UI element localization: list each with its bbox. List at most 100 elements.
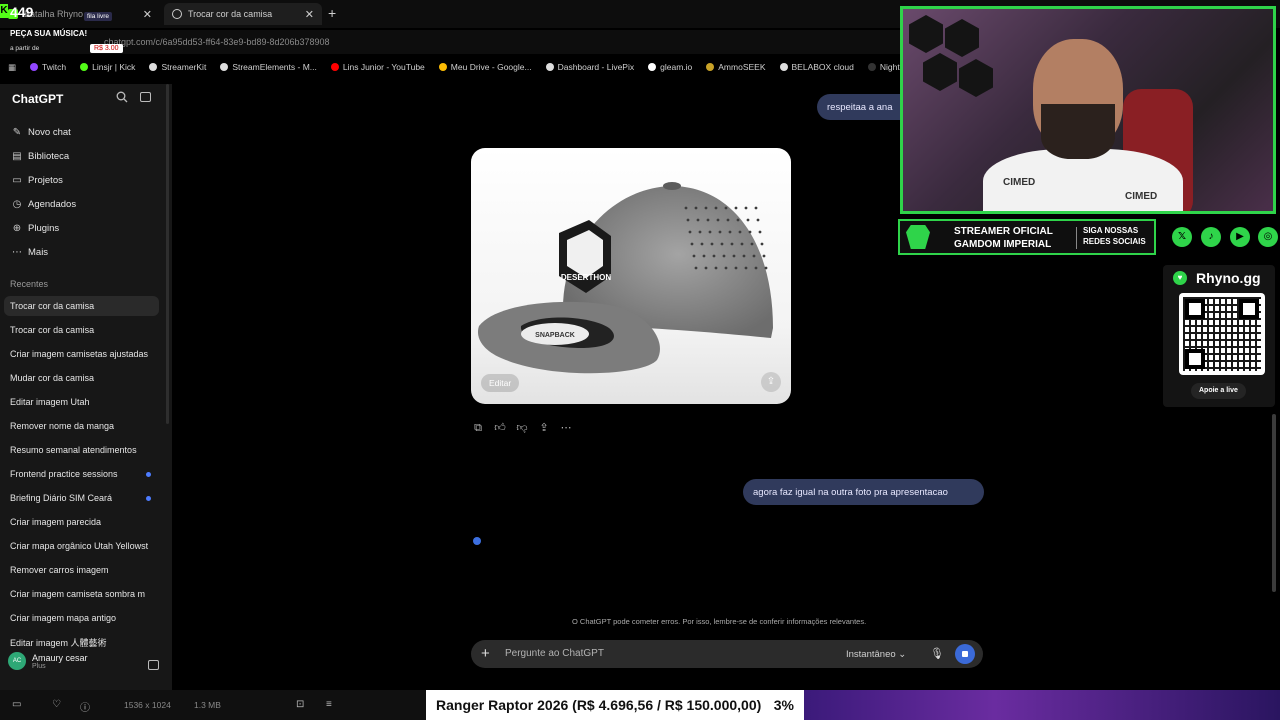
bookmark-item[interactable]: StreamerKit <box>149 62 206 72</box>
bookmark-item[interactable]: Linsjr | Kick <box>80 62 135 72</box>
recent-chat-item[interactable]: Criar imagem mapa antigo <box>4 608 159 628</box>
stop-button[interactable] <box>955 644 975 664</box>
sidebar-toggle-icon[interactable] <box>140 92 151 102</box>
bookmark-item[interactable]: StreamElements - M... <box>220 62 317 72</box>
message-actions: ⧉ 👍︎ 👎︎ ⇪ ⋯ <box>472 422 572 434</box>
app-title: ChatGPT <box>12 92 64 106</box>
bookmark-item[interactable]: Meu Drive - Google... <box>438 62 532 72</box>
bookmark-item[interactable]: Twitch <box>30 62 66 72</box>
sidebar-scrollbar[interactable] <box>166 84 169 424</box>
close-icon[interactable]: ✕ <box>305 8 314 21</box>
recent-chat-item[interactable]: Remover carros imagem <box>4 560 159 580</box>
cimed-logo: CIMED <box>1125 191 1158 202</box>
recent-chat-item[interactable]: Remover nome da manga <box>4 416 159 436</box>
search-icon[interactable] <box>116 91 128 103</box>
chat-scrollbar[interactable] <box>1272 414 1276 592</box>
edit-image-button[interactable]: Editar <box>481 374 520 392</box>
sidebar-item-agendados[interactable]: ◷ Agendados <box>12 199 76 210</box>
song-request-title: PEÇA SUA MÚSICA! <box>10 29 88 38</box>
recent-chat-item[interactable]: Editar imagem 人體藝術 <box>4 632 159 652</box>
plus-icon[interactable]: + <box>481 645 490 662</box>
file-size: 1.3 MB <box>194 700 221 710</box>
bookmark-label: Lins Junior - YouTube <box>342 62 425 72</box>
recent-chat-item[interactable]: Briefing Diário SIM Ceará <box>4 488 159 508</box>
price-badge: R$ 3.00 <box>90 44 123 53</box>
goal-text: Ranger Raptor 2026 (R$ 4.696,56 / R$ 150… <box>436 697 762 713</box>
recent-chat-item[interactable]: Mudar cor da camisa <box>4 368 159 388</box>
recent-chat-item[interactable]: Trocar cor da camisa <box>4 320 159 340</box>
sidebar-item-projetos[interactable]: ▭ Projetos <box>12 175 63 186</box>
info-icon[interactable]: ⓘ <box>80 699 90 714</box>
recent-chat-item[interactable]: Editar imagem Utah <box>4 392 159 412</box>
share-icon[interactable]: ⇪ <box>538 422 550 434</box>
bookmark-item[interactable]: BELABOX cloud <box>779 62 854 72</box>
list-icon[interactable]: ≡ <box>326 699 332 710</box>
more-icon[interactable]: ⋯ <box>560 422 572 434</box>
perforation-hole <box>724 206 728 210</box>
bookmark-item[interactable]: AmmoSEEK <box>706 62 766 72</box>
share-icon[interactable]: ⇪ <box>761 372 781 392</box>
close-icon[interactable]: ✕ <box>143 8 152 21</box>
sidebar-item-mais[interactable]: ⋯ Mais <box>12 247 48 258</box>
bookmark-item[interactable]: gleam.io <box>648 62 692 72</box>
perforation-hole <box>760 242 764 246</box>
x-twitter-icon: 𝕏 <box>1172 227 1192 247</box>
recent-chat-item[interactable]: Trocar cor da camisa <box>4 296 159 316</box>
prompt-input[interactable] <box>505 648 805 659</box>
hex-shelf <box>959 59 993 97</box>
window-icon[interactable]: ▭ <box>12 699 21 710</box>
mode-selector[interactable]: Instantâneo ⌄ <box>846 649 906 660</box>
recent-chat-item[interactable]: Criar mapa orgânico Utah Yellowst <box>4 536 159 556</box>
recent-chat-label: Criar imagem parecida <box>10 517 102 527</box>
recent-chat-item[interactable]: Criar imagem camisetas ajustadas <box>4 344 159 364</box>
heart-outline-icon[interactable]: ♡ <box>52 699 61 710</box>
instagram-icon: ◎ <box>1258 227 1278 247</box>
perforation-hole <box>692 254 696 258</box>
bookmark-item[interactable]: Nightbot - Comm... <box>867 62 900 72</box>
hex-shelf <box>945 19 979 57</box>
plugins-icon: ⊕ <box>12 222 22 234</box>
more-icon: ⋯ <box>12 246 22 258</box>
recent-chat-item[interactable]: Criar imagem camiseta sombra m <box>4 584 159 604</box>
perforation-hole <box>754 266 758 270</box>
perforation-hole <box>728 230 732 234</box>
perforation-hole <box>700 242 704 246</box>
recent-chat-item[interactable]: Criar imagem parecida <box>4 512 159 532</box>
sidebar-item-novo-chat[interactable]: ✎ Novo chat <box>12 127 71 138</box>
perforation-hole <box>754 206 758 210</box>
perforation-hole <box>762 254 766 258</box>
generated-image[interactable]: SNAPBACK DESERTHON Editar ⇪ <box>471 148 791 404</box>
tiktok-icon: ♪ <box>1201 227 1221 247</box>
perforation-hole <box>716 218 720 222</box>
thumbs-down-icon[interactable]: 👎︎ <box>516 422 528 434</box>
bookmark-item[interactable]: Dashboard - LivePix <box>545 62 634 72</box>
microphone-icon[interactable]: 🎙︎ <box>930 647 944 660</box>
recent-chat-item[interactable]: Frontend practice sessions <box>4 464 159 484</box>
loading-indicator <box>473 537 481 545</box>
fila-badge: fila livre <box>84 12 113 21</box>
goal-bar-background <box>804 690 1280 720</box>
perforation-hole <box>724 266 728 270</box>
apps-grid-icon[interactable]: ▦ <box>8 62 16 73</box>
user-menu[interactable]: AC Amaury cesar Plus <box>8 652 88 670</box>
bookmark-item[interactable]: Lins Junior - YouTube <box>330 62 425 72</box>
support-badge: Apoie a live <box>1191 383 1246 399</box>
recent-chat-item[interactable]: Resumo semanal atendimentos <box>4 440 159 460</box>
invite-icon[interactable] <box>148 660 159 670</box>
crop-icon[interactable]: ⊡ <box>296 699 304 710</box>
sidebar-item-biblioteca[interactable]: ▤ Biblioteca <box>12 151 69 162</box>
perforation-hole <box>714 206 718 210</box>
sidebar-item-plugins[interactable]: ⊕ Plugins <box>12 223 59 234</box>
new-tab-plus-icon[interactable]: + <box>328 5 336 21</box>
viewer-count: 449 <box>10 4 34 20</box>
perforation-hole <box>752 254 756 258</box>
sidebar: ChatGPT ✎ Novo chat ▤ Biblioteca ▭ Proje… <box>0 84 172 690</box>
recent-chat-label: Criar imagem mapa antigo <box>10 613 117 623</box>
recent-chat-label: Resumo semanal atendimentos <box>10 445 137 455</box>
thumbs-up-icon[interactable]: 👍︎ <box>494 422 506 434</box>
copy-icon[interactable]: ⧉ <box>472 422 484 434</box>
patch-label: DESERTHON <box>561 273 611 282</box>
tab-active[interactable]: Trocar cor da camisa ✕ <box>164 3 322 25</box>
edit-icon: ✎ <box>12 126 22 138</box>
bookmark-label: StreamElements - M... <box>232 62 317 72</box>
